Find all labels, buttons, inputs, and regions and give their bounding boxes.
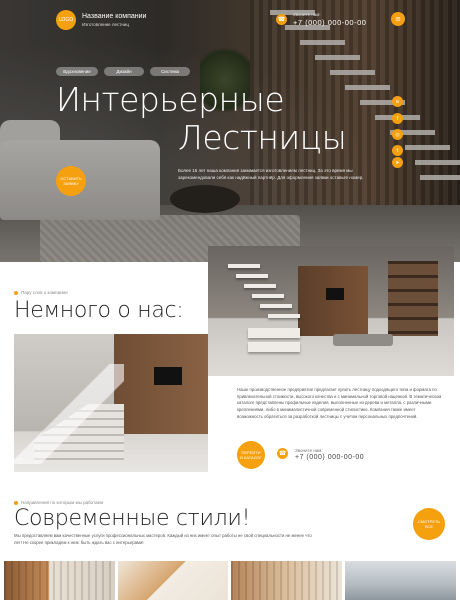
company-name: Название компании	[82, 13, 147, 20]
bullet-dot	[14, 291, 18, 295]
style-thumbnail[interactable]	[345, 561, 456, 600]
menu-icon[interactable]: ≡	[391, 12, 405, 26]
facebook-icon[interactable]: f	[392, 113, 403, 124]
phone-icon: ☎	[276, 14, 287, 25]
twitter-icon[interactable]: t	[392, 145, 403, 156]
bullet-dot	[14, 501, 18, 505]
vk-icon[interactable]: в	[392, 96, 403, 107]
hero-description: Более 15 лет наша компания занимается из…	[178, 168, 364, 180]
hero-title-line2: Лестницы	[178, 118, 347, 157]
styles-title: Современные стили!	[14, 506, 251, 531]
tag-inspiration[interactable]: Вдохновение	[56, 67, 98, 76]
about-image-staircase	[208, 246, 454, 376]
header-phone-link[interactable]: +7 (000) 000-00-00	[293, 18, 366, 27]
hero-section: LOGO Название компании Изготовление лест…	[0, 0, 460, 262]
style-thumbnail[interactable]	[4, 561, 115, 600]
company-subtitle: Изготовление лестниц	[82, 22, 129, 27]
catalog-button[interactable]: ПЕРЕЙТИ В КАТАЛОГ	[237, 441, 265, 469]
instagram-icon[interactable]: ◎	[392, 129, 403, 140]
style-thumbnail[interactable]	[118, 561, 228, 600]
leave-request-button[interactable]: ОСТАВИТЬ ЗАЯВКУ	[56, 166, 86, 196]
telegram-icon[interactable]: ➤	[392, 157, 403, 168]
style-thumbnail[interactable]	[231, 561, 342, 600]
about-image-interior	[14, 334, 208, 472]
logo[interactable]: LOGO	[56, 10, 76, 30]
see-all-button[interactable]: СМОТРЕТЬ ВСЕ	[413, 508, 445, 540]
call-label: Звоните нам:	[295, 448, 323, 453]
hero-title-line1: Интерьерные	[56, 80, 285, 119]
call-label: Звоните нам:	[293, 12, 321, 17]
styles-small-label: Направления по которым мы работаем	[21, 500, 104, 505]
tag-design[interactable]: Дизайн	[104, 67, 144, 76]
styles-description: Мы предоставляем вам качественные услуги…	[14, 533, 312, 545]
about-title: Немного о нас:	[14, 298, 184, 323]
tag-system[interactable]: Система	[150, 67, 190, 76]
about-phone-link[interactable]: +7 (000) 000-00-00	[295, 454, 364, 461]
phone-icon: ☎	[277, 448, 288, 459]
about-small-label: Пару слов о компании	[21, 290, 68, 295]
about-description: Наше производственное предприятие предла…	[237, 387, 442, 419]
